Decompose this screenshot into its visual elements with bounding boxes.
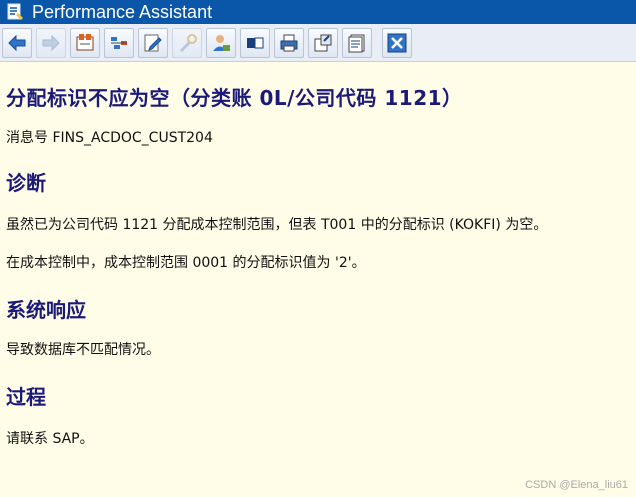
- wrench-icon: [180, 33, 197, 52]
- settings-button[interactable]: [104, 27, 134, 58]
- save-document-icon: [348, 34, 365, 52]
- export-button[interactable]: [308, 27, 338, 58]
- system-response-text: 导致数据库不匹配情况。: [6, 342, 160, 358]
- edit-button[interactable]: [138, 27, 168, 58]
- edit-icon: [144, 34, 162, 51]
- diagnosis-text-1: 虽然已为公司代码 1121 分配成本控制范围，但表 T001 中的分配标识 (K…: [6, 217, 548, 233]
- performance-assistant-icon: [7, 3, 23, 20]
- window-title: Performance Assistant: [32, 1, 213, 22]
- close-button[interactable]: [382, 27, 412, 58]
- print-icon: [280, 34, 298, 51]
- settings-icon: [111, 36, 127, 49]
- diagnosis-heading: 诊断: [6, 171, 46, 195]
- technical-info-icon: [76, 33, 94, 50]
- open-window-icon: [247, 37, 264, 48]
- save-document-button[interactable]: [342, 27, 372, 58]
- watermark: CSDN @Elena_liu61: [525, 479, 628, 491]
- forward-button[interactable]: [36, 27, 66, 58]
- procedure-text: 请联系 SAP。: [6, 431, 94, 447]
- user-button[interactable]: [206, 27, 236, 58]
- diagnosis-text-2: 在成本控制中，成本控制范围 0001 的分配标识值为 '2'。: [6, 255, 366, 271]
- print-button[interactable]: [274, 27, 304, 58]
- close-icon: [387, 33, 407, 52]
- export-icon: [314, 34, 332, 51]
- technical-info-button[interactable]: [70, 27, 100, 58]
- procedure-heading: 过程: [6, 385, 46, 409]
- system-response-heading: 系统响应: [6, 298, 86, 322]
- window-title-bar: Performance Assistant: [0, 0, 636, 24]
- message-number: 消息号 FINS_ACDOC_CUST204: [6, 130, 213, 146]
- back-arrow-icon: [8, 34, 26, 51]
- forward-arrow-icon: [42, 34, 60, 51]
- wrench-button[interactable]: [172, 27, 202, 58]
- open-window-button[interactable]: [240, 27, 270, 58]
- user-icon: [213, 34, 230, 51]
- toolbar: [0, 24, 636, 62]
- back-button[interactable]: [2, 27, 32, 58]
- message-title: 分配标识不应为空（分类账 0L/公司代码 1121）: [6, 86, 463, 110]
- message-content: 分配标识不应为空（分类账 0L/公司代码 1121） 消息号 FINS_ACDO…: [0, 82, 636, 448]
